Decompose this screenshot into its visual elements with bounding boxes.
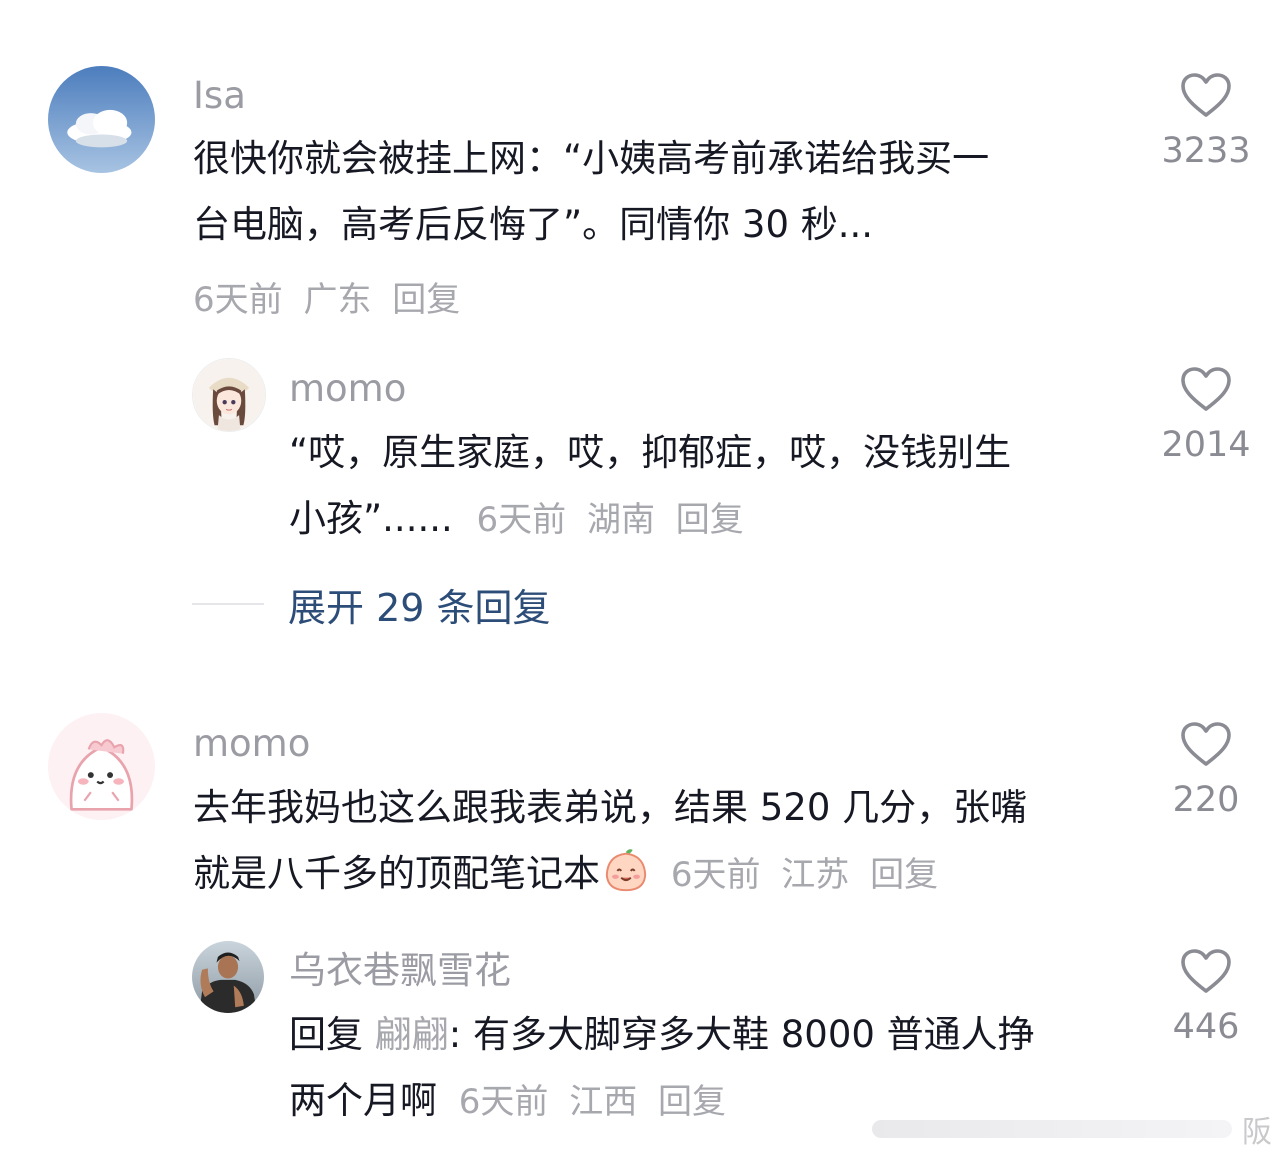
avatar[interactable]: [48, 66, 155, 173]
avatar[interactable]: [192, 941, 264, 1013]
pink-blob-avatar-icon: [48, 713, 155, 820]
comment-text-tail: 小孩”......: [289, 497, 453, 540]
comment-meta: 6天前 湖南 回复: [477, 500, 754, 540]
expand-replies-label[interactable]: 展开 29 条回复: [288, 577, 551, 632]
comment-text-tail: 两个月啊: [289, 1079, 437, 1122]
heart-outline-icon: [1181, 73, 1231, 117]
timestamp: 6天前: [458, 1082, 549, 1122]
divider: [192, 603, 264, 605]
expand-replies[interactable]: 展开 29 条回复: [192, 582, 551, 630]
comment-text-line: 小孩”...... 6天前 湖南 回复: [289, 486, 1129, 553]
timestamp: 6天前: [476, 500, 567, 540]
like-button[interactable]: 220: [1141, 721, 1271, 818]
location: 江西: [569, 1082, 638, 1122]
watermark: 阪: [872, 1107, 1272, 1151]
timestamp: 6天前: [670, 855, 761, 895]
like-count: 220: [1172, 780, 1240, 820]
watermark-bar: [872, 1120, 1232, 1138]
heart-outline-icon: [1181, 949, 1231, 993]
like-button[interactable]: 446: [1141, 948, 1271, 1045]
comment-text-line: 回复 翩翩: 有多大脚穿多大鞋 8000 普通人挣: [289, 1002, 1129, 1068]
username[interactable]: 乌衣巷飘雪花: [289, 952, 511, 989]
heart-outline-icon: [1181, 367, 1231, 411]
comment-meta: 6天前 江苏 回复: [660, 855, 948, 895]
location: 江苏: [781, 855, 850, 895]
location: 湖南: [586, 500, 655, 540]
reply-link[interactable]: 回复: [392, 280, 460, 320]
sky-cloud-avatar-icon: [48, 66, 155, 173]
comment-text-line: 台电脑，高考后反悔了”。同情你 30 秒...: [193, 203, 874, 246]
timestamp: 6天前: [193, 280, 283, 320]
comment-text-rest: : 有多大脚穿多大鞋 8000 普通人挣: [448, 1013, 1035, 1056]
avatar[interactable]: [192, 358, 266, 432]
smiling-peach-emoji-icon: [602, 846, 650, 894]
comment-text-line: 去年我妈也这么跟我表弟说，结果 520 几分，张嘴: [193, 786, 1028, 829]
comment-meta: 6天前 江西 回复: [459, 1082, 736, 1122]
watermark-text: 阪: [1242, 1115, 1272, 1150]
mention-link[interactable]: 翩翩: [375, 1013, 449, 1056]
like-button[interactable]: 3233: [1141, 72, 1271, 169]
location: 广东: [303, 280, 372, 320]
comment-text-tail: 就是八千多的顶配笔记本: [193, 852, 600, 895]
heart-outline-icon: [1181, 722, 1231, 766]
man-photo-avatar-icon: [192, 941, 264, 1013]
comment-text: 很快你就会被挂上网：“小姨高考前承诺给我买一 台电脑，高考后反悔了”。同情你 3…: [193, 126, 1133, 258]
avatar[interactable]: [48, 713, 155, 820]
comment-text: 去年我妈也这么跟我表弟说，结果 520 几分，张嘴 就是八千多的顶配笔记本 6天…: [193, 775, 1133, 908]
comment-meta: 6天前 广东 回复: [193, 272, 470, 321]
like-count: 3233: [1161, 131, 1251, 171]
anime-girl-avatar-icon: [193, 359, 265, 431]
like-button[interactable]: 2014: [1141, 366, 1271, 463]
comment-text-line: “哎，原生家庭，哎，抑郁症，哎，没钱别生: [289, 431, 1012, 474]
reply-link[interactable]: 回复: [870, 855, 938, 895]
reply-prefix: 回复: [289, 1013, 363, 1056]
comment-text-line: 就是八千多的顶配笔记本 6天前 江苏 回复: [193, 841, 1133, 908]
like-count: 2014: [1161, 425, 1251, 465]
username[interactable]: momo: [289, 370, 406, 407]
like-count: 446: [1172, 1007, 1240, 1047]
comment-text: “哎，原生家庭，哎，抑郁症，哎，没钱别生 小孩”...... 6天前 湖南 回复: [289, 420, 1129, 553]
username[interactable]: momo: [193, 725, 310, 762]
reply-link[interactable]: 回复: [676, 500, 744, 540]
reply-link[interactable]: 回复: [658, 1082, 726, 1122]
comment-text-line: 很快你就会被挂上网：“小姨高考前承诺给我买一: [193, 137, 990, 180]
username[interactable]: Isa: [193, 77, 246, 114]
